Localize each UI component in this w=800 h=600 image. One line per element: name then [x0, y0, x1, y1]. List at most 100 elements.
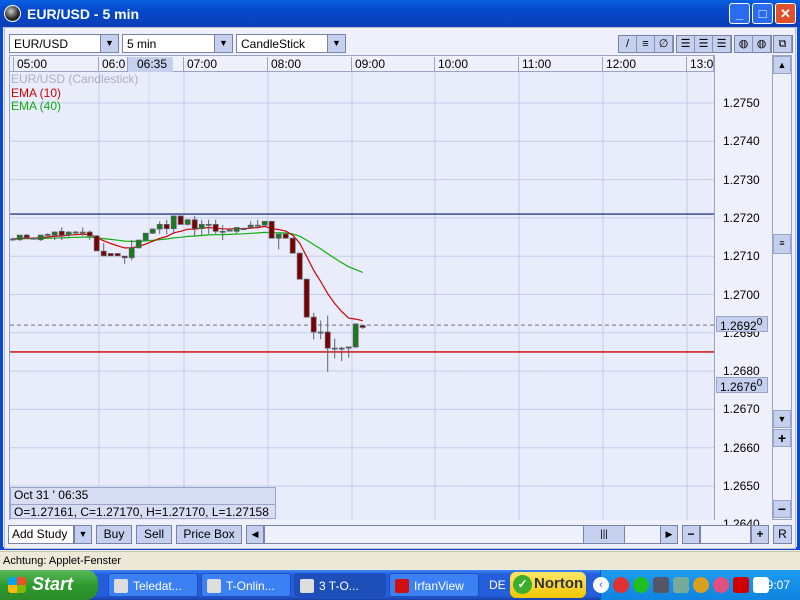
candle-down [93, 235, 100, 252]
candle-up [261, 220, 268, 226]
messenger-icon[interactable] [673, 577, 689, 593]
time-label: 12:00 [602, 57, 636, 72]
app-logo-icon [4, 5, 21, 22]
minimize-button[interactable]: _ [729, 3, 750, 24]
info-date: Oct 31 ' 06:35 [14, 488, 89, 502]
price-axis[interactable]: 1.26401.26501.26601.26701.26801.26901.27… [714, 55, 768, 531]
tray-expand-icon[interactable]: ‹ [593, 577, 609, 593]
zoom-slider[interactable] [700, 525, 751, 544]
price-label: 1.2660 [723, 440, 760, 455]
candle-up [9, 238, 16, 241]
candle-down [100, 250, 107, 257]
time-axis: 05:00 06:0 06:35 07:00 08:00 09:00 10:00… [9, 55, 714, 72]
start-button[interactable]: Start [0, 570, 98, 600]
symbol-value: EUR/USD [14, 37, 69, 51]
time-label: 13:0 [686, 57, 714, 72]
time-cursor-label: 06:35 [127, 57, 173, 72]
reset-button[interactable]: R [773, 525, 792, 544]
candle-up [338, 347, 345, 350]
trendline-tool-icon[interactable]: / [619, 36, 637, 52]
scroll-thumb[interactable]: ≡ [773, 234, 791, 254]
title-bar: EUR/USD - 5 min _ □ ✕ [0, 0, 800, 27]
price-label: 1.2710 [723, 249, 760, 264]
delete-drawing-icon[interactable]: ∅ [655, 36, 673, 52]
price-label: 1.2720 [723, 210, 760, 225]
detach-button[interactable]: ⧉ [773, 35, 793, 53]
vertical-scrollbar[interactable]: ▲ ≡ ▼ + − [772, 55, 792, 520]
candle-up [219, 230, 226, 233]
chart-type-select[interactable]: CandleStick ▼ [236, 34, 346, 53]
candle-down [23, 234, 30, 239]
zoom-out-button[interactable]: − [682, 525, 700, 544]
view-2-icon[interactable]: ◍ [753, 36, 771, 52]
candle-up [254, 224, 261, 227]
scroll-up-button[interactable]: ▲ [773, 56, 791, 74]
horizontal-scroll-thumb[interactable]: ||| [583, 525, 625, 544]
network-icon[interactable] [653, 577, 669, 593]
checkmark-icon: ✓ [513, 575, 532, 594]
info-ohlc: O=1.27161, C=1.27170, H=1.27170, L=1.271… [11, 504, 275, 520]
candle-up [16, 234, 23, 241]
window-title: EUR/USD - 5 min [27, 5, 140, 22]
ati-icon[interactable] [733, 577, 749, 593]
price-box-button[interactable]: Price Box [176, 525, 242, 544]
candle-down [107, 253, 114, 257]
task-irfanview[interactable]: IrfanView [389, 573, 479, 597]
symbol-select[interactable]: EUR/USD ▼ [9, 34, 119, 53]
chart-plot-area[interactable] [9, 72, 715, 525]
current-price: 1.2692 [720, 319, 757, 333]
candle-up [30, 237, 37, 240]
grid-style-1-icon[interactable]: ☰ [677, 36, 695, 52]
time-label: 10:00 [434, 57, 468, 72]
candle-up [198, 224, 205, 230]
cursor-price: 1.2676 [720, 380, 757, 394]
view-1-icon[interactable]: ◍ [735, 36, 753, 52]
scroll-left-button[interactable]: ◀ [246, 525, 264, 544]
chevron-down-icon: ▼ [327, 35, 345, 52]
zoom-y-in-button[interactable]: − [773, 500, 791, 518]
task-label: Teledat... [133, 579, 182, 593]
internet-icon[interactable] [693, 577, 709, 593]
interval-select[interactable]: 5 min ▼ [122, 34, 233, 53]
language-indicator[interactable]: DE [489, 578, 506, 592]
time-label: 08:00 [267, 57, 301, 72]
buy-button[interactable]: Buy [96, 525, 132, 544]
windows-logo-icon [8, 577, 26, 593]
time-label: 11:00 [518, 57, 551, 72]
task-label: IrfanView [414, 579, 464, 593]
t-online-tray-icon[interactable] [713, 577, 729, 593]
maximize-button[interactable]: □ [752, 3, 773, 24]
cursor-price-box: 1.26760 [716, 377, 768, 394]
candle-up [345, 346, 352, 349]
candle-up [44, 233, 51, 236]
zoom-in-button[interactable]: + [751, 525, 769, 544]
task-teledat[interactable]: Teledat... [108, 573, 198, 597]
candle-up [275, 233, 282, 239]
add-study-select[interactable]: Add Study [8, 525, 74, 544]
add-study-dropdown-icon[interactable]: ▼ [74, 525, 92, 544]
scroll-down-button[interactable]: ▼ [773, 410, 791, 428]
price-label: 1.2680 [723, 364, 760, 379]
zoom-y-out-button[interactable]: + [773, 429, 791, 447]
task-t-online[interactable]: T-Onlin... [201, 573, 291, 597]
sell-button[interactable]: Sell [136, 525, 172, 544]
tray-globe-icon[interactable] [633, 577, 649, 593]
candle-down [296, 252, 303, 280]
candle-up [317, 331, 324, 334]
legend-ema40: EMA (40) [11, 99, 62, 113]
grid-style-3-icon[interactable]: ☰ [713, 36, 731, 52]
scroll-right-button[interactable]: ▶ [660, 525, 678, 544]
candle-up [331, 347, 338, 350]
candle-up [352, 323, 359, 348]
task-label: 3 T-O... [319, 579, 359, 593]
tray-app-icon[interactable] [613, 577, 629, 593]
candle-down [191, 219, 198, 230]
grid-style-2-icon[interactable]: ☰ [695, 36, 713, 52]
task-group-t-online[interactable]: 3 T-O... [294, 573, 386, 597]
close-button[interactable]: ✕ [775, 3, 796, 24]
teledat-icon [114, 579, 128, 593]
candle-up [170, 215, 177, 230]
candle-up [205, 224, 212, 226]
hline-tool-icon[interactable]: ≡ [637, 36, 655, 52]
norton-button[interactable]: ✓ Norton [510, 572, 586, 598]
